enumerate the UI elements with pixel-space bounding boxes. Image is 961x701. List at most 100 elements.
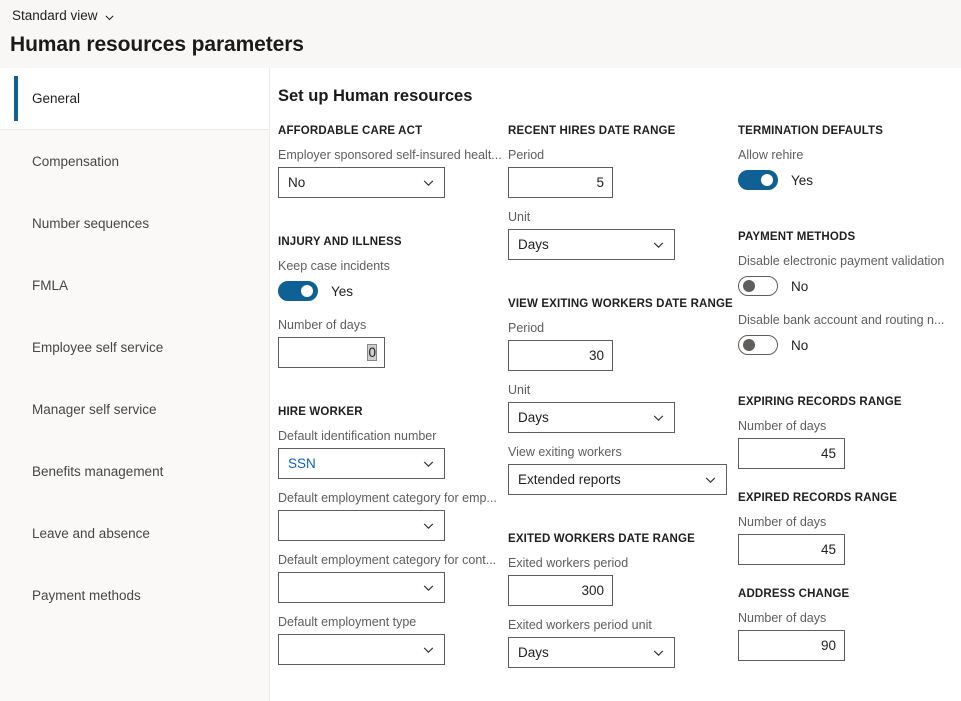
sidebar-item-manager-self-service[interactable]: Manager self service: [0, 378, 269, 440]
sidebar-item-benefits-management[interactable]: Benefits management: [0, 440, 269, 502]
content-heading: Set up Human resources: [278, 84, 961, 108]
field-label: Allow rehire: [738, 147, 961, 164]
expired-number-of-days-input[interactable]: 45: [738, 534, 845, 565]
view-exiting-workers-select[interactable]: Extended reports: [508, 464, 727, 495]
chevron-down-icon: [104, 12, 115, 23]
group-title: Affordable Care Act: [278, 124, 508, 138]
field-view-exiting-period: Period 30: [508, 320, 738, 371]
view-exiting-period-input[interactable]: 30: [508, 340, 613, 371]
chevron-down-icon: [422, 581, 435, 594]
allow-rehire-toggle[interactable]: [738, 170, 778, 190]
field-recent-hires-unit: Unit Days: [508, 209, 738, 260]
field-label: Number of days: [738, 610, 961, 627]
keep-case-incidents-toggle[interactable]: [278, 281, 318, 301]
exited-workers-period-unit-select[interactable]: Days: [508, 637, 675, 668]
group-title: Termination defaults: [738, 124, 961, 138]
sidebar-item-label: Compensation: [32, 154, 119, 169]
page-header: Standard view Human resources parameters: [0, 0, 961, 68]
input-value: 300: [581, 583, 604, 598]
view-selector-label: Standard view: [12, 7, 98, 25]
disable-electronic-payment-toggle[interactable]: [738, 276, 778, 296]
field-expiring-number-of-days: Number of days 45: [738, 418, 961, 469]
sidebar-item-general[interactable]: General: [0, 68, 269, 130]
field-disable-bank-account: Disable bank account and routing n... No: [738, 312, 961, 358]
input-value: 5: [596, 175, 604, 190]
column-one: Affordable Care Act Employer sponsored s…: [278, 124, 508, 676]
toggle-knob: [761, 174, 773, 186]
input-value: 0: [368, 345, 376, 360]
address-change-number-of-days-input[interactable]: 90: [738, 630, 845, 661]
chevron-down-icon: [652, 411, 665, 424]
field-label: Default identification number: [278, 428, 508, 445]
toggle-value: No: [791, 338, 808, 353]
group-title: Expired records range: [738, 491, 961, 505]
field-default-employment-type: Default employment type: [278, 614, 508, 665]
sidebar-item-compensation[interactable]: Compensation: [0, 130, 269, 192]
disable-bank-account-toggle[interactable]: [738, 335, 778, 355]
sidebar-item-employee-self-service[interactable]: Employee self service: [0, 316, 269, 378]
default-employment-category-contractor-select[interactable]: [278, 572, 445, 603]
sidebar-item-label: General: [32, 91, 80, 106]
sidebar-item-payment-methods[interactable]: Payment methods: [0, 564, 269, 626]
select-value: SSN: [288, 456, 316, 471]
field-label: Unit: [508, 209, 738, 226]
group-title: Expiring records range: [738, 395, 961, 409]
spacer: [278, 379, 508, 405]
chevron-down-icon: [422, 176, 435, 189]
toggle-knob: [743, 280, 755, 292]
chevron-down-icon: [422, 519, 435, 532]
field-exited-workers-period-unit: Exited workers period unit Days: [508, 617, 738, 668]
field-label: Default employment category for cont...: [278, 552, 508, 569]
group-recent-hires-date-range: Recent hires date range Period 5 Unit Da…: [508, 124, 738, 260]
field-label: Period: [508, 320, 738, 337]
view-exiting-unit-select[interactable]: Days: [508, 402, 675, 433]
chevron-down-icon: [422, 643, 435, 656]
field-injury-number-of-days: Number of days 0: [278, 317, 508, 368]
field-label: Period: [508, 147, 738, 164]
sidebar-item-label: Employee self service: [32, 340, 163, 355]
sidebar-item-number-sequences[interactable]: Number sequences: [0, 192, 269, 254]
group-injury-and-illness: Injury and illness Keep case incidents Y…: [278, 235, 508, 368]
recent-hires-unit-select[interactable]: Days: [508, 229, 675, 260]
view-selector[interactable]: Standard view: [10, 6, 117, 26]
spacer: [508, 506, 738, 532]
field-exited-workers-period: Exited workers period 300: [508, 555, 738, 606]
spacer: [738, 369, 961, 395]
injury-number-of-days-input[interactable]: 0: [278, 337, 385, 368]
main-content: Set up Human resources Affordable Care A…: [270, 68, 961, 701]
expiring-number-of-days-input[interactable]: 45: [738, 438, 845, 469]
field-recent-hires-period: Period 5: [508, 147, 738, 198]
toggle-value: Yes: [791, 173, 813, 188]
default-identification-number-select[interactable]: SSN: [278, 448, 445, 479]
page-title: Human resources parameters: [10, 31, 961, 59]
group-title: View exiting workers date range: [508, 297, 738, 311]
exited-workers-period-input[interactable]: 300: [508, 575, 613, 606]
group-view-exiting-workers-date-range: View exiting workers date range Period 3…: [508, 297, 738, 495]
chevron-down-icon: [704, 473, 717, 486]
body: General Compensation Number sequences FM…: [0, 68, 961, 701]
recent-hires-period-input[interactable]: 5: [508, 167, 613, 198]
group-hire-worker: Hire worker Default identification numbe…: [278, 405, 508, 665]
field-label: View exiting workers: [508, 444, 738, 461]
select-value: No: [288, 175, 305, 190]
field-employer-sponsored: Employer sponsored self-insured healt...…: [278, 147, 508, 198]
select-value: Days: [518, 645, 549, 660]
chevron-down-icon: [422, 457, 435, 470]
field-label: Exited workers period unit: [508, 617, 738, 634]
field-disable-electronic-payment-validation: Disable electronic payment validation No: [738, 253, 961, 299]
disable-bank-account-toggle-row: No: [738, 332, 961, 358]
field-keep-case-incidents: Keep case incidents Yes: [278, 258, 508, 304]
field-label: Exited workers period: [508, 555, 738, 572]
employer-sponsored-select[interactable]: No: [278, 167, 445, 198]
group-expired-records-range: Expired records range Number of days 45: [738, 491, 961, 565]
spacer: [278, 209, 508, 235]
sidebar-item-fmla[interactable]: FMLA: [0, 254, 269, 316]
default-employment-type-select[interactable]: [278, 634, 445, 665]
group-title: Payment methods: [738, 230, 961, 244]
field-label: Unit: [508, 382, 738, 399]
group-title: Recent hires date range: [508, 124, 738, 138]
default-employment-category-employee-select[interactable]: [278, 510, 445, 541]
sidebar-item-leave-and-absence[interactable]: Leave and absence: [0, 502, 269, 564]
group-expiring-records-range: Expiring records range Number of days 45: [738, 395, 961, 469]
toggle-knob: [301, 285, 313, 297]
